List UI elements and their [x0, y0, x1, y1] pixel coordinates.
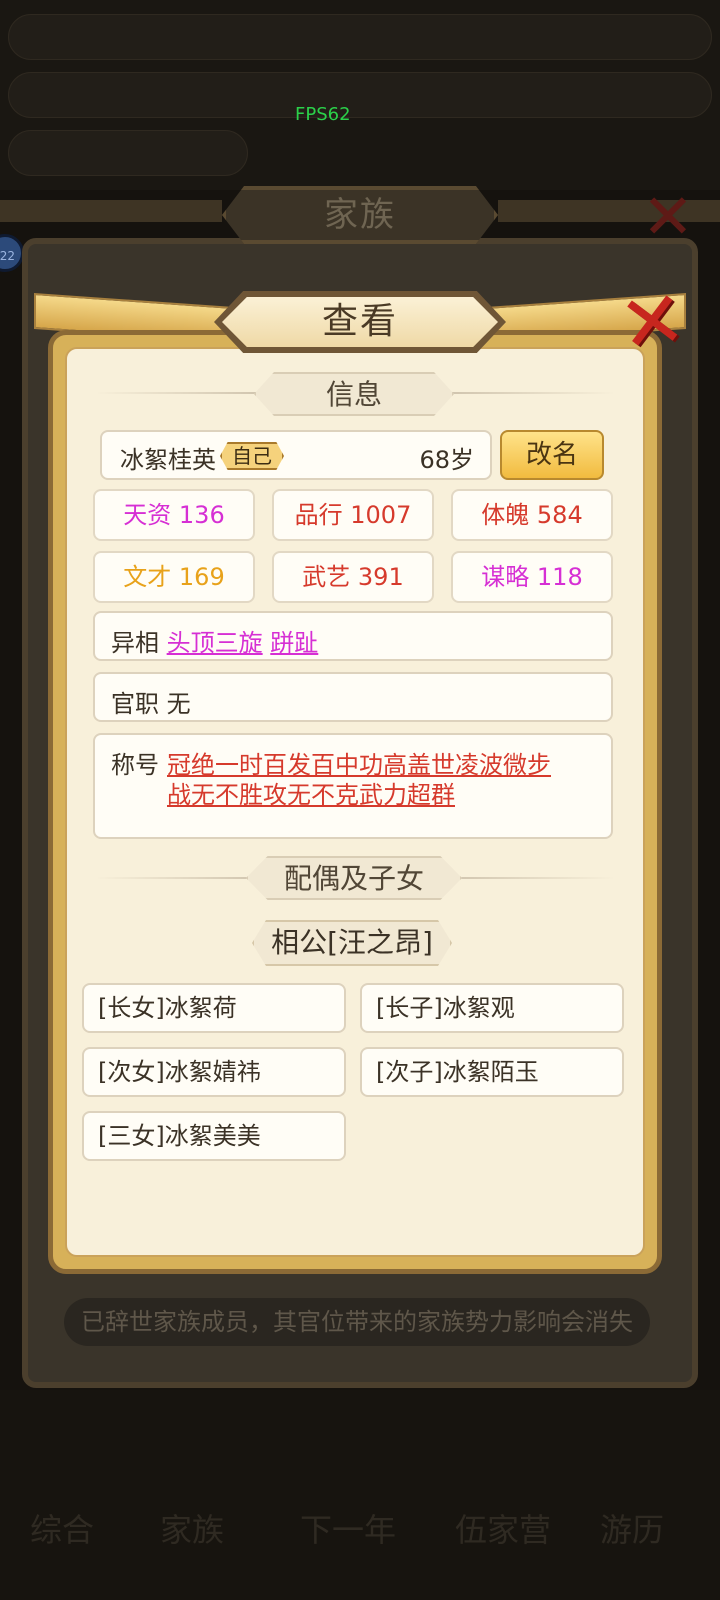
stat-martial: 武艺 391	[272, 551, 434, 603]
trait-link[interactable]: 头顶三旋	[167, 629, 263, 657]
child-item[interactable]: [长子]冰絮观	[360, 983, 624, 1033]
stat-strategy: 谋略 118	[451, 551, 613, 603]
traits-label: 异相	[111, 629, 159, 657]
background-stats-row	[8, 72, 712, 118]
trait-link[interactable]: 跰趾	[270, 629, 318, 657]
family-title-wing-left	[0, 200, 222, 222]
fps-counter: FPS62	[295, 104, 351, 125]
rename-button[interactable]: 改名	[500, 430, 604, 480]
stat-physique: 体魄 584	[451, 489, 613, 541]
tab-camp[interactable]: 伍家营	[455, 1505, 551, 1551]
tab-family[interactable]: 家族	[160, 1505, 224, 1551]
close-button[interactable]: ✕	[614, 274, 691, 372]
family-close-icon[interactable]: ✕	[642, 180, 694, 253]
name-field: 冰絮桂英 自己 68岁	[100, 430, 492, 480]
character-age: 68岁	[419, 446, 474, 474]
office-field: 官职 无	[93, 672, 613, 722]
tab-overview[interactable]: 综合	[30, 1505, 94, 1551]
dialog-title: 查看	[222, 297, 498, 347]
character-name: 冰絮桂英	[120, 446, 216, 474]
background-info-row	[8, 130, 248, 176]
close-icon: ✕	[614, 273, 692, 373]
info-section-title: 信息	[254, 372, 454, 416]
titles-label: 称号	[111, 751, 159, 779]
traits-field: 异相 头顶三旋 跰趾	[93, 611, 613, 661]
stat-conduct: 品行 1007	[272, 489, 434, 541]
side-badge: 22	[0, 234, 24, 272]
family-notice: 已辞世家族成员，其官位带来的家族势力影响会消失	[64, 1298, 650, 1346]
stat-talent: 天资 136	[93, 489, 255, 541]
family-section-title: 配偶及子女	[246, 856, 462, 900]
bottom-nav-bar: 综合 家族 下一年 伍家营 游历	[0, 1390, 720, 1600]
child-item[interactable]: [三女]冰絮美美	[82, 1111, 346, 1161]
self-tag: 自己	[220, 442, 284, 470]
tab-travel[interactable]: 游历	[600, 1505, 664, 1551]
child-item[interactable]: [次子]冰絮陌玉	[360, 1047, 624, 1097]
family-panel-title: 家族	[222, 186, 498, 244]
background-header	[0, 0, 720, 190]
child-item[interactable]: [长女]冰絮荷	[82, 983, 346, 1033]
spouse-button[interactable]: 相公[汪之昂]	[252, 920, 452, 966]
office-label: 官职	[111, 690, 159, 718]
stat-literary: 文才 169	[93, 551, 255, 603]
background-resource-row	[8, 14, 712, 60]
tab-next-year[interactable]: 下一年	[300, 1505, 396, 1551]
child-item[interactable]: [次女]冰絮婧祎	[82, 1047, 346, 1097]
titles-field: 称号 冠绝一时百发百中功高盖世凌波微步 战无不胜攻无不克武力超群	[93, 733, 613, 839]
office-value: 无	[166, 690, 191, 718]
titles-line-2[interactable]: 战无不胜攻无不克武力超群	[167, 775, 455, 810]
